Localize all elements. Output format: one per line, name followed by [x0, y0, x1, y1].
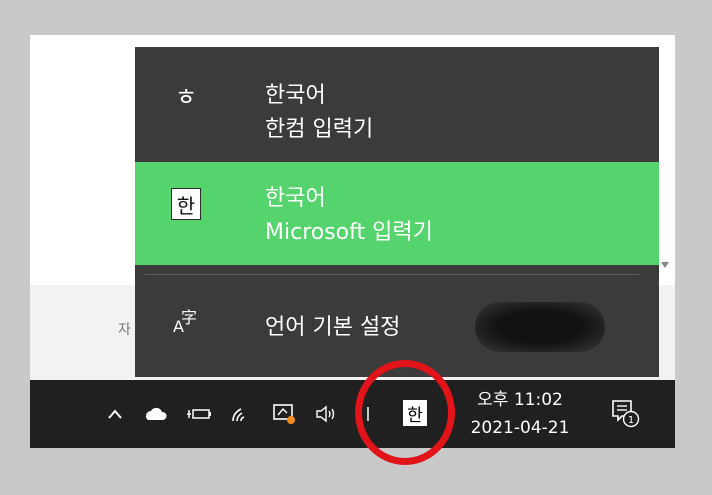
scroll-down-arrow-icon[interactable] [661, 262, 669, 268]
notification-center-icon[interactable]: 1 [610, 398, 640, 428]
ime-option-microsoft[interactable]: 한 한국어 Microsoft 입력기 [135, 162, 659, 265]
clock-time: 오후 11:02 [477, 390, 563, 410]
clock[interactable]: 오후 11:02 2021-04-21 [460, 386, 580, 442]
input-method-flyout: ㅎ 한국어 한컴 입력기 한 한국어 Microsoft 입력기 A 字 언어 … [135, 47, 659, 377]
background-partial-text: 자 [118, 322, 131, 338]
svg-text:字: 字 [181, 308, 197, 327]
flyout-divider [145, 274, 639, 275]
remote-monitor-icon[interactable] [268, 380, 302, 448]
annotation-circle [355, 360, 455, 465]
ime-option-language: 한국어 [265, 83, 326, 108]
clock-date: 2021-04-21 [470, 418, 570, 438]
ime-option-hancom[interactable]: ㅎ 한국어 한컴 입력기 [135, 47, 659, 162]
language-settings-icon: A 字 [169, 303, 203, 337]
notification-count: 1 [628, 415, 634, 426]
taskbar: 한 오후 11:02 2021-04-21 1 [30, 380, 675, 448]
chevron-up-icon[interactable] [100, 380, 130, 448]
onedrive-cloud-icon[interactable] [140, 380, 170, 448]
blurred-region [475, 302, 605, 352]
han-ime-icon: 한 [171, 188, 201, 220]
battery-icon[interactable] [182, 380, 216, 448]
ime-option-name: Microsoft 입력기 [265, 220, 433, 245]
ime-option-language: 한국어 [265, 186, 326, 211]
ime-option-name: 한컴 입력기 [265, 117, 374, 142]
volume-icon[interactable] [311, 380, 343, 448]
wifi-icon[interactable] [226, 380, 256, 448]
hangul-ieung-icon: ㅎ [174, 82, 198, 111]
language-preferences-label: 언어 기본 설정 [265, 315, 401, 340]
